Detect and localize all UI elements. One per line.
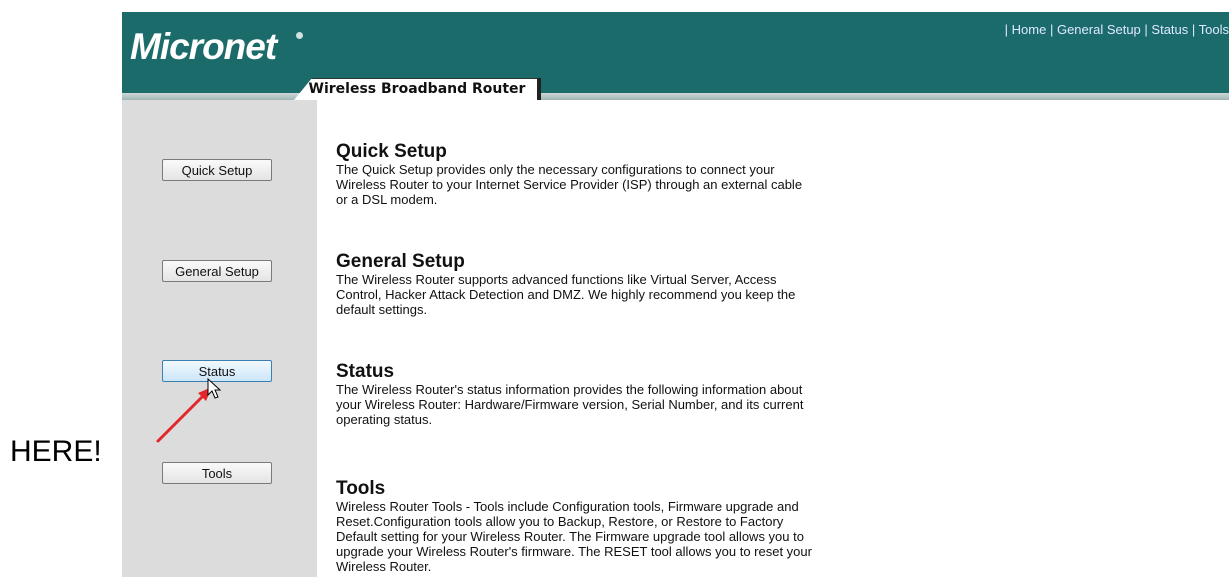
mouse-pointer-icon (207, 378, 222, 399)
section-title: Status (336, 361, 395, 382)
section-general-setup: General Setup The Wireless Router suppor… (336, 251, 816, 318)
top-link-tools[interactable]: Tools (1199, 22, 1229, 37)
logo-trademark-icon (296, 32, 303, 39)
section-description: The Wireless Router's status information… (336, 382, 804, 427)
section-title: Tools (336, 478, 386, 499)
header-divider (122, 93, 1229, 100)
section-quick-setup: Quick Setup The Quick Setup provides onl… (336, 141, 816, 208)
micronet-logo: Micronet (130, 26, 277, 67)
section-title: General Setup (336, 251, 465, 272)
sidebar: Quick Setup General Setup Status Tools (122, 100, 317, 577)
section-title: Quick Setup (336, 141, 447, 162)
general-setup-button[interactable]: General Setup (162, 260, 272, 282)
section-description: The Quick Setup provides only the necess… (336, 162, 803, 207)
product-name: Wireless Broadband Router (308, 81, 526, 97)
top-nav-links: | Home | General Setup | Status | Tools (1004, 22, 1229, 37)
product-name-tab: Wireless Broadband Router (294, 78, 540, 100)
top-link-home[interactable]: Home (1012, 22, 1047, 37)
section-description: Wireless Router Tools - Tools include Co… (336, 499, 812, 574)
top-link-general-setup[interactable]: General Setup (1057, 22, 1141, 37)
tools-button[interactable]: Tools (162, 462, 272, 484)
header-banner: Micronet | Home | General Setup | Status… (122, 12, 1229, 100)
here-annotation: HERE! (10, 435, 102, 468)
section-description: The Wireless Router supports advanced fu… (336, 272, 796, 317)
section-tools: Tools Wireless Router Tools - Tools incl… (336, 478, 816, 575)
top-link-status[interactable]: Status (1151, 22, 1188, 37)
quick-setup-button[interactable]: Quick Setup (162, 159, 272, 181)
section-status: Status The Wireless Router's status info… (336, 361, 816, 428)
product-tab-edge (537, 78, 541, 100)
